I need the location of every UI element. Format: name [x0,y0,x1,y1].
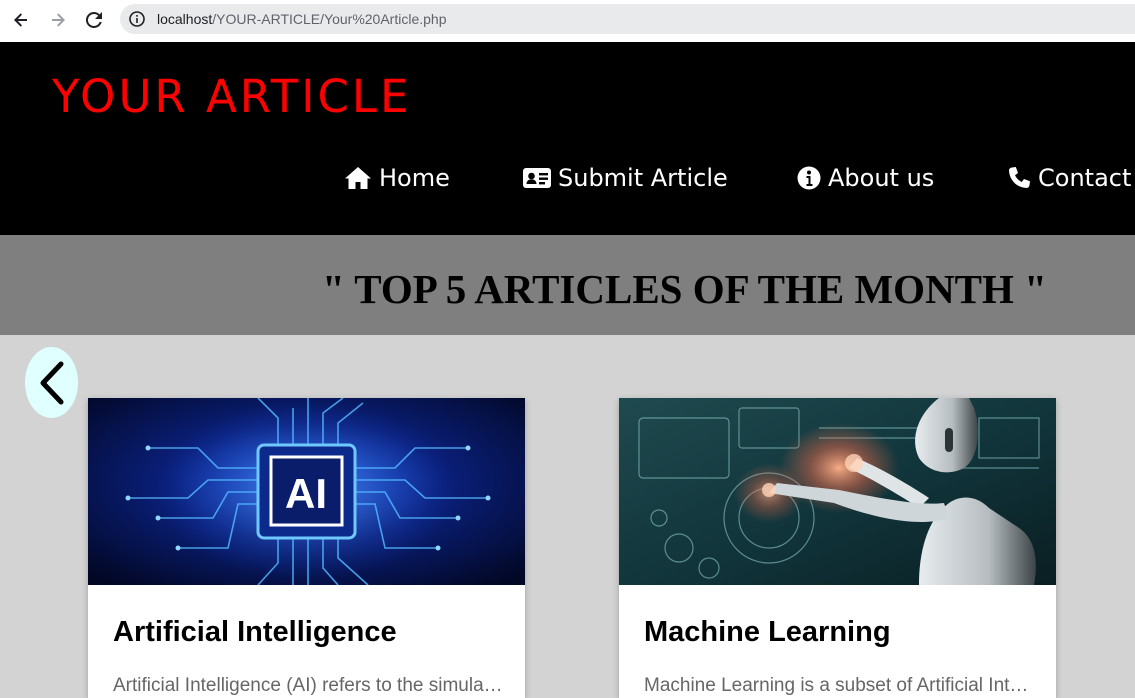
site-logo[interactable]: YOUR ARTICLE [52,70,411,123]
section-banner: " TOP 5 ARTICLES OF THE MONTH " [0,235,1135,335]
nav-contact[interactable]: Contact [1007,164,1131,192]
address-bar[interactable]: localhost/YOUR-ARTICLE/Your%20Article.ph… [120,4,1135,34]
carousel-prev-button[interactable] [25,347,78,418]
ai-chip-image: AI [88,398,525,585]
robot-interface-image [619,398,1056,585]
card-title[interactable]: Machine Learning [644,616,891,649]
url-host: localhost [157,11,213,27]
article-card[interactable]: Machine Learning Machine Learning is a s… [619,398,1056,698]
info-circle-icon [797,166,821,190]
phone-icon [1007,166,1031,190]
nav-about-us-label: About us [828,164,935,192]
id-card-icon [523,167,551,189]
forward-button[interactable] [46,8,70,32]
url-text: localhost/YOUR-ARTICLE/Your%20Article.ph… [157,11,446,27]
forward-arrow-icon [52,13,65,27]
back-button[interactable] [9,8,33,32]
nav-submit-article[interactable]: Submit Article [523,164,728,192]
nav-home[interactable]: Home [344,164,450,192]
section-title: " TOP 5 ARTICLES OF THE MONTH " [322,266,1047,312]
card-title[interactable]: Artificial Intelligence [113,616,397,649]
url-path: /YOUR-ARTICLE/Your%20Article.php [212,11,447,27]
reload-button[interactable] [82,8,106,32]
info-icon[interactable] [129,11,145,27]
browser-toolbar: localhost/YOUR-ARTICLE/Your%20Article.ph… [0,0,1135,42]
site-header: YOUR ARTICLE Home Submit Article About u… [0,42,1135,235]
home-icon [344,166,372,190]
back-arrow-icon [14,13,27,27]
nav-submit-article-label: Submit Article [558,164,728,192]
reload-icon [86,12,102,28]
nav-about-us[interactable]: About us [797,164,934,192]
nav-home-label: Home [379,164,450,192]
svg-text:AI: AI [285,470,327,517]
main-nav: Home Submit Article About us Contact [0,164,1135,194]
article-card[interactable]: AI Artificial Intelligence Artificial In… [88,398,525,698]
chevron-left-icon [40,361,63,404]
nav-contact-label: Contact [1038,164,1132,192]
